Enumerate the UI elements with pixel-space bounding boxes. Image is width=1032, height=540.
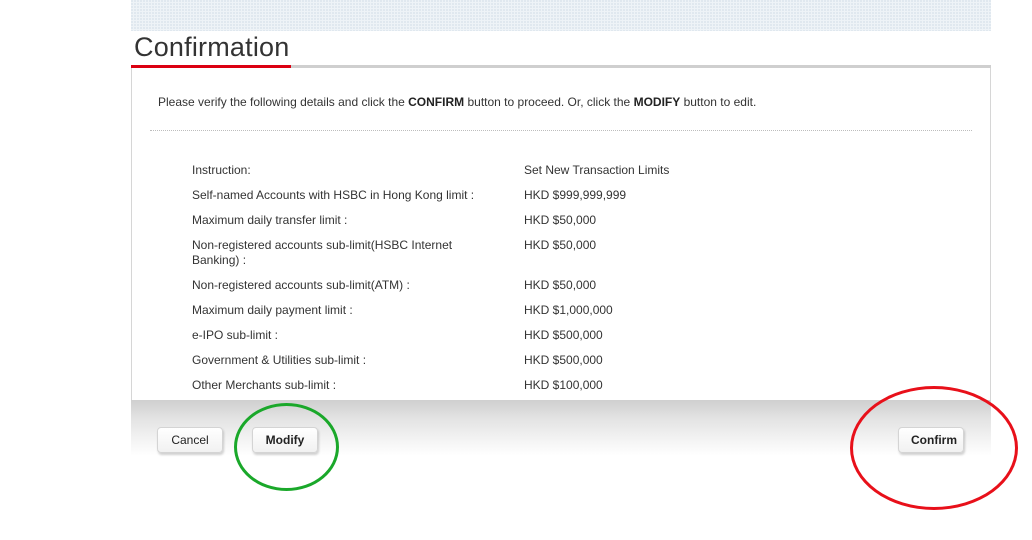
details-panel [131,68,991,400]
instruction-modify-keyword: MODIFY [633,95,681,109]
page-title: Confirmation [134,32,290,62]
section-divider [150,130,972,131]
detail-value-daily-payment-limit: HKD $1,000,000 [524,303,613,317]
detail-label-daily-transfer-limit: Maximum daily transfer limit : [192,213,348,227]
header-pattern-band [131,0,991,31]
instruction-text-part: Please verify the following details and … [158,95,409,109]
detail-value-non-registered-internet-banking: HKD $50,000 [524,238,597,252]
detail-value-instruction: Set New Transaction Limits [524,163,670,177]
detail-value-non-registered-atm: HKD $50,000 [524,278,597,292]
detail-label-non-registered-internet-banking: Non-registered accounts sub-limit(HSBC I… [192,238,453,267]
detail-label-other-merchants-sub-limit: Other Merchants sub-limit : [192,378,337,392]
detail-value-self-named-limit: HKD $999,999,999 [524,188,627,202]
detail-value-government-utilities-sub-limit: HKD $500,000 [524,353,603,367]
instruction-text-part: button to proceed. Or, click the [464,95,634,109]
detail-label-instruction: Instruction: [192,163,251,177]
detail-label-government-utilities-sub-limit: Government & Utilities sub-limit : [192,353,367,367]
instruction-text-part: button to edit. [680,95,757,109]
detail-value-eipo-sub-limit: HKD $500,000 [524,328,603,342]
instruction-confirm-keyword: CONFIRM [408,95,465,109]
cancel-button[interactable]: Cancel [157,427,223,453]
detail-value-daily-transfer-limit: HKD $50,000 [524,213,597,227]
detail-label-daily-payment-limit: Maximum daily payment limit : [192,303,353,317]
modify-button[interactable]: Modify [252,427,318,453]
confirm-button[interactable]: Confirm [898,427,964,453]
instruction-text: Please verify the following details and … [158,95,756,109]
detail-label-self-named-limit: Self-named Accounts with HSBC in Hong Ko… [192,188,475,202]
detail-label-eipo-sub-limit: e-IPO sub-limit : [192,328,279,342]
detail-value-other-merchants-sub-limit: HKD $100,000 [524,378,603,392]
detail-label-non-registered-atm: Non-registered accounts sub-limit(ATM) : [192,278,410,292]
confirmation-page: Confirmation Please verify the following… [0,0,1032,540]
